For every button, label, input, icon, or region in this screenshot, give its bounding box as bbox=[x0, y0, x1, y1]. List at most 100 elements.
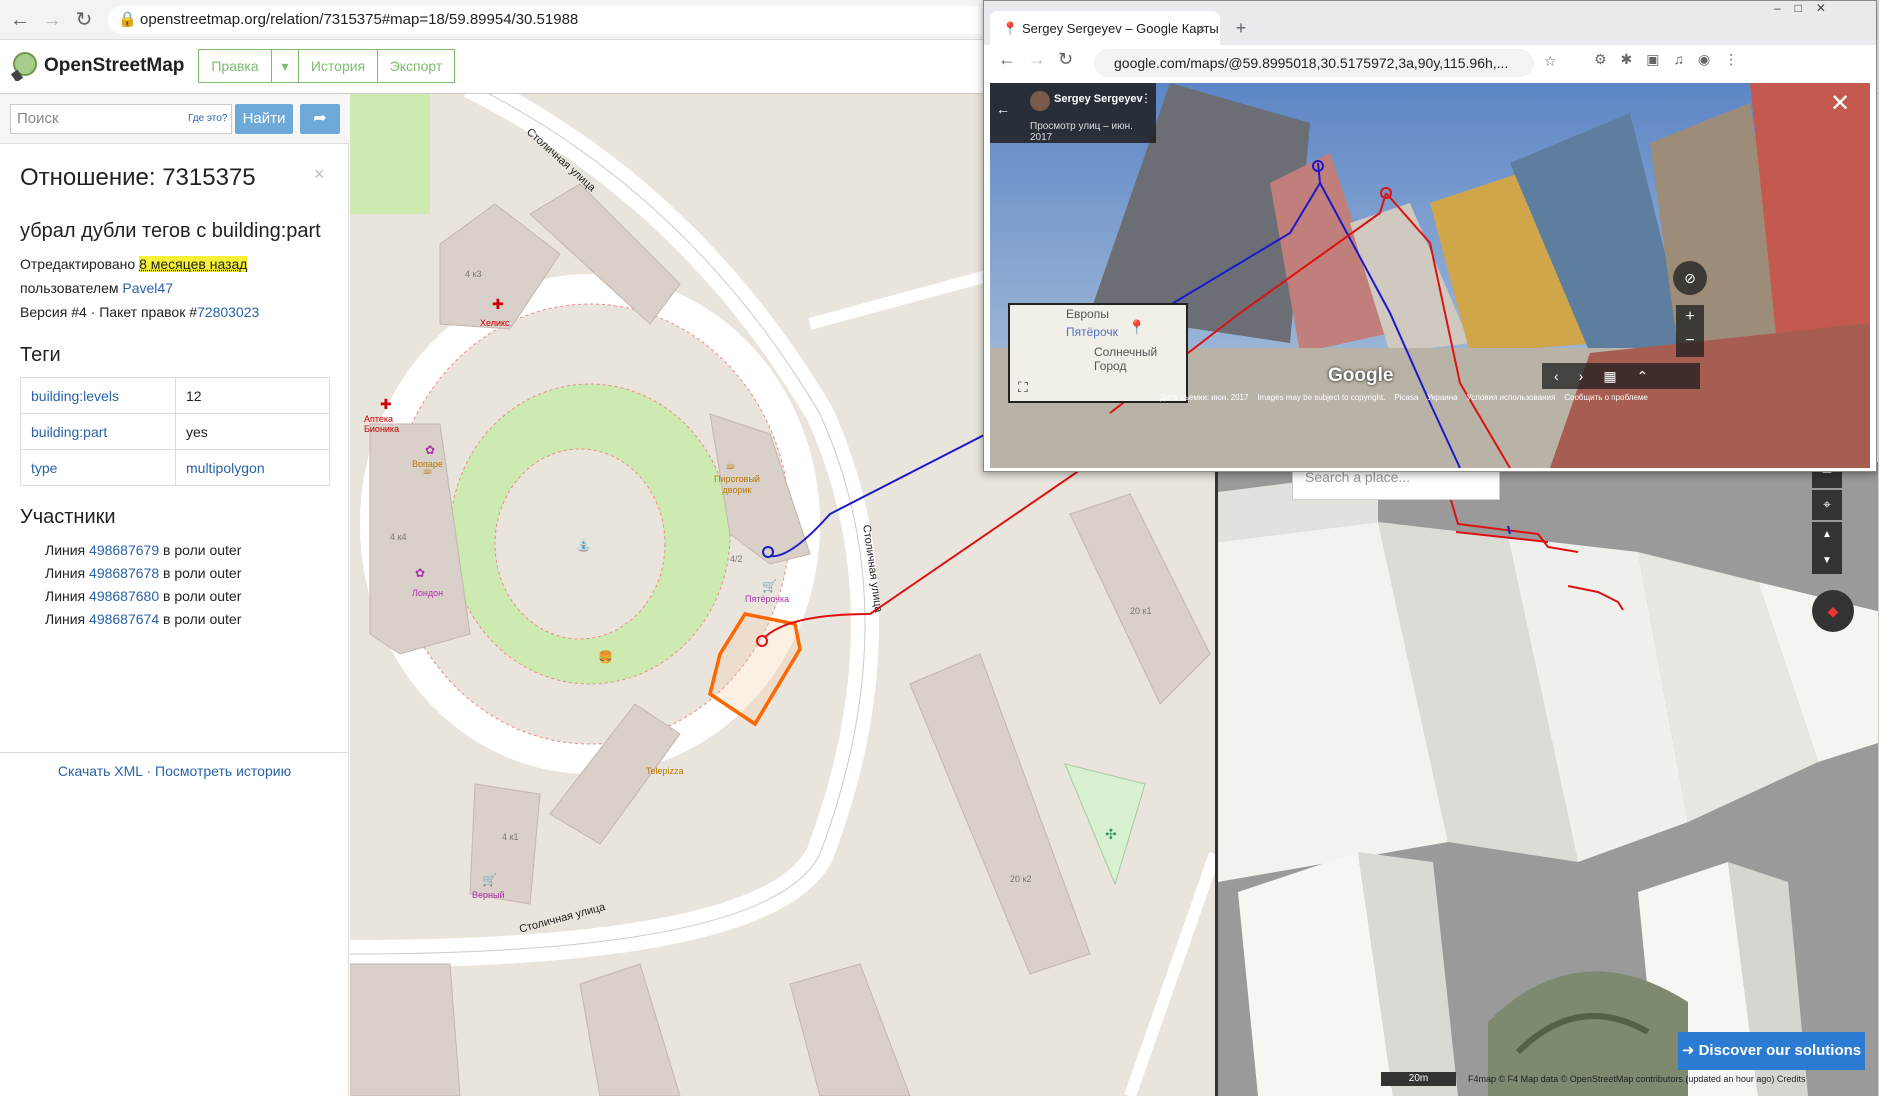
tag-value: 12 bbox=[175, 377, 330, 414]
building bbox=[350, 963, 461, 1096]
fastfood-icon: 🍔 bbox=[598, 650, 613, 664]
back-icon[interactable]: ← bbox=[8, 8, 32, 32]
forward-icon[interactable]: → bbox=[40, 8, 64, 32]
house-number: 20 к1 bbox=[1130, 606, 1152, 616]
tag-key[interactable]: building:levels bbox=[31, 388, 119, 404]
park-area bbox=[1064, 763, 1146, 886]
export-tab[interactable]: Экспорт bbox=[377, 49, 455, 83]
member-link[interactable]: 498687678 bbox=[89, 565, 159, 581]
tilt-down-icon[interactable]: ▼ bbox=[1812, 548, 1842, 574]
scale-bar: 20m bbox=[1381, 1072, 1456, 1086]
sv-author[interactable]: Sergey Sergeyev bbox=[1054, 93, 1143, 105]
address-bar[interactable]: 🔒 openstreetmap.org/relation/7315375#map… bbox=[108, 6, 998, 34]
history-tab[interactable]: История bbox=[298, 49, 378, 83]
divider bbox=[0, 752, 349, 753]
close-icon[interactable]: × bbox=[314, 164, 325, 185]
forward-icon[interactable]: → bbox=[1028, 49, 1046, 70]
minimap-label: Пятёрочк bbox=[1066, 325, 1118, 339]
f4map-viewer[interactable]: Search a place... − ⌖ ▲ ▼ ◆ ➜ Discover o… bbox=[1215, 462, 1878, 1096]
poi-label: Лондон bbox=[412, 588, 444, 598]
search-row: Поиск Где это? Найти ➦ bbox=[0, 94, 349, 144]
table-row: building:levels 12 bbox=[20, 377, 330, 414]
poi-label: Вопаре bbox=[412, 459, 443, 469]
close-icon[interactable]: ✕ bbox=[1830, 89, 1850, 118]
changeset-link[interactable]: 72803023 bbox=[197, 304, 259, 320]
edited-time: 8 месяцев назад bbox=[139, 256, 248, 272]
member-link[interactable]: 498687674 bbox=[89, 611, 159, 627]
new-tab-icon[interactable]: + bbox=[1228, 15, 1254, 41]
close-tab-icon[interactable]: × bbox=[1198, 11, 1206, 47]
building bbox=[1069, 493, 1211, 705]
back-icon[interactable]: ← bbox=[996, 101, 1010, 117]
tilt-up-icon[interactable]: ▲ bbox=[1812, 522, 1842, 548]
window-controls[interactable]: –□✕ bbox=[1774, 1, 1840, 15]
shop-icon: ✿ bbox=[415, 566, 425, 580]
location-pin-icon: 📍 bbox=[1128, 319, 1146, 335]
sv-nav-controls[interactable]: ‹›▦⌃ bbox=[1542, 363, 1700, 389]
member-link[interactable]: 498687679 bbox=[89, 542, 159, 558]
reload-icon[interactable]: ↻ bbox=[72, 8, 96, 32]
playground-icon: ✣ bbox=[1105, 826, 1117, 842]
compass-icon[interactable]: ◆ bbox=[1812, 590, 1854, 632]
fountain-icon: ⛲ bbox=[576, 538, 591, 552]
tag-key[interactable]: type bbox=[31, 460, 57, 476]
avatar bbox=[1030, 91, 1050, 111]
zoom-controls[interactable]: + − bbox=[1676, 305, 1704, 357]
edit-tab[interactable]: Правка bbox=[198, 49, 272, 83]
osm-logo-icon[interactable] bbox=[10, 51, 40, 81]
sv-minimap[interactable]: Европы Пятёрочк Солнечный Город 📍 ⛶ bbox=[1008, 303, 1188, 403]
poi-label: Хеликс bbox=[480, 318, 510, 328]
lock-icon: 🔒 bbox=[118, 11, 137, 28]
building bbox=[469, 783, 541, 905]
list-item: Линия 498687674 в роли outer bbox=[45, 611, 242, 627]
popup-address-bar[interactable]: google.com/maps/@59.8995018,30.5175972,3… bbox=[1094, 49, 1534, 77]
arrow-circle-icon: ➜ bbox=[1681, 1042, 1699, 1059]
more-vert-icon[interactable]: ⋮ bbox=[1140, 91, 1152, 105]
extension-icons[interactable]: ⚙✱▣♫◉⋮ bbox=[1594, 51, 1895, 68]
fullscreen-icon[interactable]: ⛶ bbox=[1018, 379, 1028, 396]
house-number: 4 к1 bbox=[502, 832, 519, 842]
locate-icon[interactable]: ⌖ bbox=[1812, 490, 1842, 520]
poi-label: Telepizza bbox=[646, 766, 684, 776]
minimap-label: Европы bbox=[1066, 307, 1109, 321]
building bbox=[909, 653, 1091, 975]
user-line: пользователем Pavel47 bbox=[20, 280, 173, 296]
poi-label: Пятёрочка bbox=[745, 594, 790, 604]
edit-dropdown-button[interactable]: ▾ bbox=[271, 49, 299, 83]
pharmacy-icon: ✚ bbox=[380, 396, 392, 412]
cafe-icon: ☕ bbox=[725, 458, 736, 472]
sidebar: Поиск Где это? Найти ➦ Отношение: 731537… bbox=[0, 94, 349, 1096]
building bbox=[579, 963, 681, 1096]
sv-info-card: ← Sergey Sergeyev ⋮ Просмотр улиц – июн.… bbox=[990, 83, 1156, 143]
street-view-panorama[interactable]: ← Sergey Sergeyev ⋮ Просмотр улиц – июн.… bbox=[990, 83, 1870, 468]
caret-down-icon: ▾ bbox=[281, 58, 289, 74]
list-item: Линия 498687678 в роли outer bbox=[45, 565, 242, 581]
building bbox=[789, 963, 911, 1096]
directions-icon: ➦ bbox=[313, 110, 327, 127]
tag-key[interactable]: building:part bbox=[31, 424, 107, 440]
sv-footer: Дата съемки: июн. 2017 Images may be sub… bbox=[1160, 393, 1648, 402]
site-logo-text[interactable]: OpenStreetMap bbox=[44, 55, 184, 77]
where-is-this-link[interactable]: Где это? bbox=[188, 113, 227, 124]
back-icon[interactable]: ← bbox=[998, 49, 1016, 70]
address-text: openstreetmap.org/relation/7315375#map=1… bbox=[140, 11, 579, 28]
background-window-edge bbox=[1878, 0, 1895, 1096]
download-xml-link[interactable]: Скачать XML bbox=[58, 763, 143, 779]
star-icon[interactable]: ☆ bbox=[1544, 53, 1557, 70]
members-heading: Участники bbox=[20, 506, 116, 528]
reload-icon[interactable]: ↻ bbox=[1058, 49, 1073, 70]
f4-attribution: F4map © F4 Map data © OpenStreetMap cont… bbox=[1468, 1074, 1806, 1084]
view-history-link[interactable]: Посмотреть историю bbox=[155, 763, 291, 779]
maps-pin-icon: 📍 bbox=[1002, 21, 1019, 36]
list-item: Линия 498687680 в роли outer bbox=[45, 588, 242, 604]
find-button[interactable]: Найти bbox=[235, 104, 293, 134]
table-row: type multipolygon bbox=[20, 449, 330, 486]
cart-icon: 🛒 bbox=[762, 579, 777, 593]
user-link[interactable]: Pavel47 bbox=[122, 280, 173, 296]
tag-value[interactable]: multipolygon bbox=[186, 460, 265, 476]
compass-icon[interactable]: ⊘ bbox=[1673, 261, 1707, 295]
member-link[interactable]: 498687680 bbox=[89, 588, 159, 604]
discover-button[interactable]: ➜ Discover our solutions bbox=[1678, 1032, 1865, 1070]
directions-button[interactable]: ➦ bbox=[300, 104, 340, 134]
tags-heading: Теги bbox=[20, 344, 61, 366]
